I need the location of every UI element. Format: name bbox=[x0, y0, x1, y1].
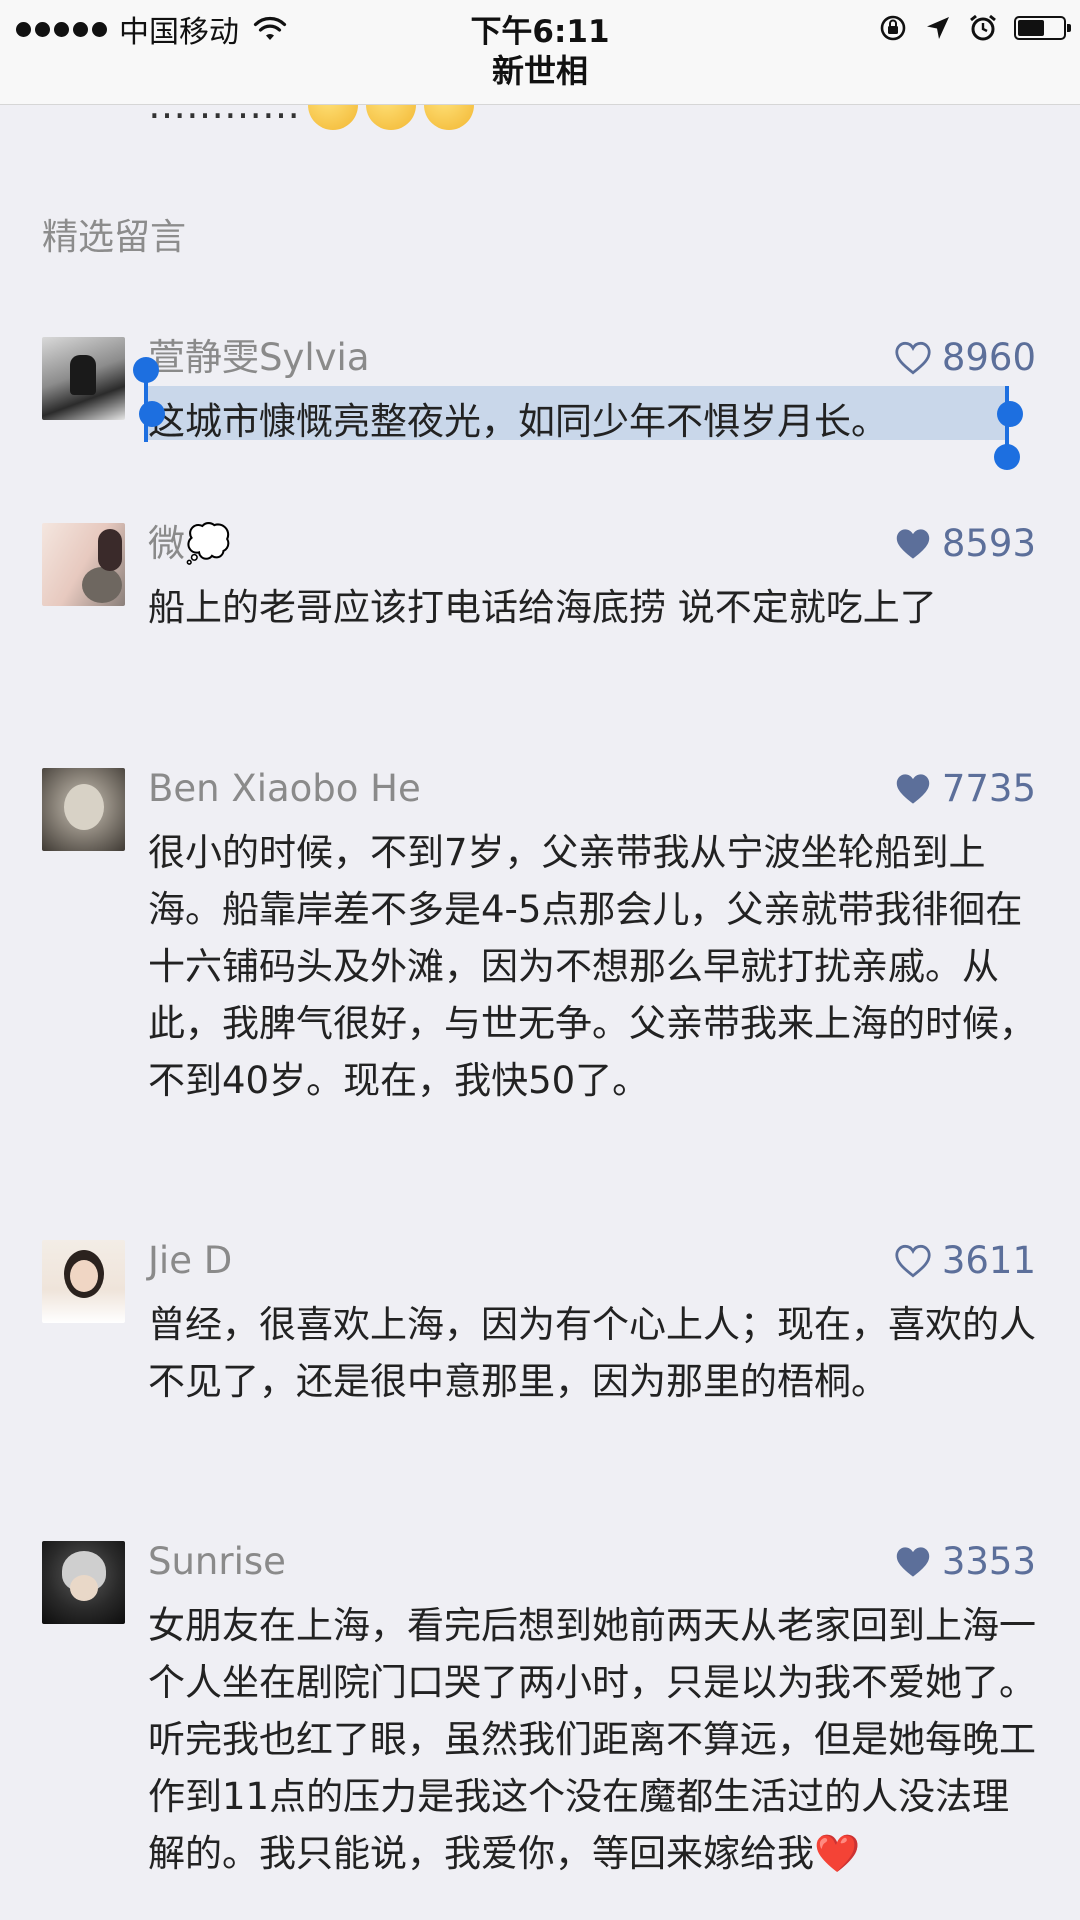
comment-text[interactable]: 很小的时候，不到7岁，父亲带我从宁波坐轮船到上海。船靠岸差不多是4-5点那会儿，… bbox=[148, 824, 1038, 1109]
comment-text[interactable]: 曾经，很喜欢上海，因为有个心上人；现在，喜欢的人不见了，还是很中意那里，因为那里… bbox=[148, 1296, 1038, 1410]
heart-filled-icon bbox=[896, 774, 930, 804]
avatar[interactable] bbox=[42, 337, 125, 420]
location-arrow-icon bbox=[927, 17, 949, 39]
comments-page: ………… 精选留言 萱静雯Sylvia 8960 这城市慷慨亮整夜光，如同少年不… bbox=[0, 0, 1080, 1920]
like-button[interactable]: 7735 bbox=[894, 768, 1036, 810]
comment-author[interactable]: Jie D bbox=[148, 1240, 232, 1282]
comment-author[interactable]: 微💭 bbox=[148, 523, 231, 565]
page-title: 新世相 bbox=[491, 52, 588, 90]
like-button[interactable]: 3353 bbox=[894, 1541, 1036, 1583]
like-button[interactable]: 3611 bbox=[894, 1240, 1036, 1282]
heart-outline-icon bbox=[895, 341, 931, 375]
avatar[interactable] bbox=[42, 1541, 125, 1624]
selection-end-dot bbox=[997, 401, 1023, 427]
comment-author[interactable]: Sunrise bbox=[148, 1541, 286, 1583]
avatar[interactable] bbox=[42, 1240, 125, 1323]
status-bar-right bbox=[878, 10, 1071, 46]
heart-filled-icon bbox=[896, 529, 930, 559]
comment-text[interactable]: 这城市慷慨亮整夜光，如同少年不惧岁月长。 bbox=[148, 393, 1038, 450]
like-button[interactable]: 8593 bbox=[894, 523, 1036, 565]
comment-author[interactable]: 萱静雯Sylvia bbox=[148, 337, 370, 379]
avatar[interactable] bbox=[42, 768, 125, 851]
selection-end-handle[interactable] bbox=[994, 444, 1020, 470]
like-count: 8960 bbox=[941, 336, 1036, 379]
battery-icon bbox=[1014, 16, 1071, 40]
battery-fill bbox=[1018, 20, 1045, 36]
selection-start-dot bbox=[139, 401, 165, 427]
alarm-clock-icon bbox=[970, 14, 996, 41]
comment-text[interactable]: 船上的老哥应该打电话给海底捞 说不定就吃上了 bbox=[148, 579, 1038, 636]
orientation-lock-icon bbox=[880, 15, 906, 41]
comment-text[interactable]: 女朋友在上海，看完后想到她前两天从老家回到上海一个人坐在剧院门口哭了两小时，只是… bbox=[148, 1597, 1038, 1882]
like-count: 8593 bbox=[941, 522, 1036, 565]
like-button[interactable]: 8960 bbox=[894, 337, 1036, 379]
section-title: 精选留言 bbox=[42, 217, 187, 258]
top-bar: 中国移动 下午6:11 新世相 bbox=[0, 0, 1080, 105]
avatar[interactable] bbox=[42, 523, 125, 606]
like-count: 7735 bbox=[941, 767, 1036, 810]
comment-author[interactable]: Ben Xiaobo He bbox=[148, 768, 421, 810]
heart-filled-icon bbox=[896, 1547, 930, 1577]
heart-outline-icon bbox=[895, 1244, 931, 1278]
like-count: 3611 bbox=[941, 1239, 1036, 1282]
like-count: 3353 bbox=[941, 1540, 1036, 1583]
